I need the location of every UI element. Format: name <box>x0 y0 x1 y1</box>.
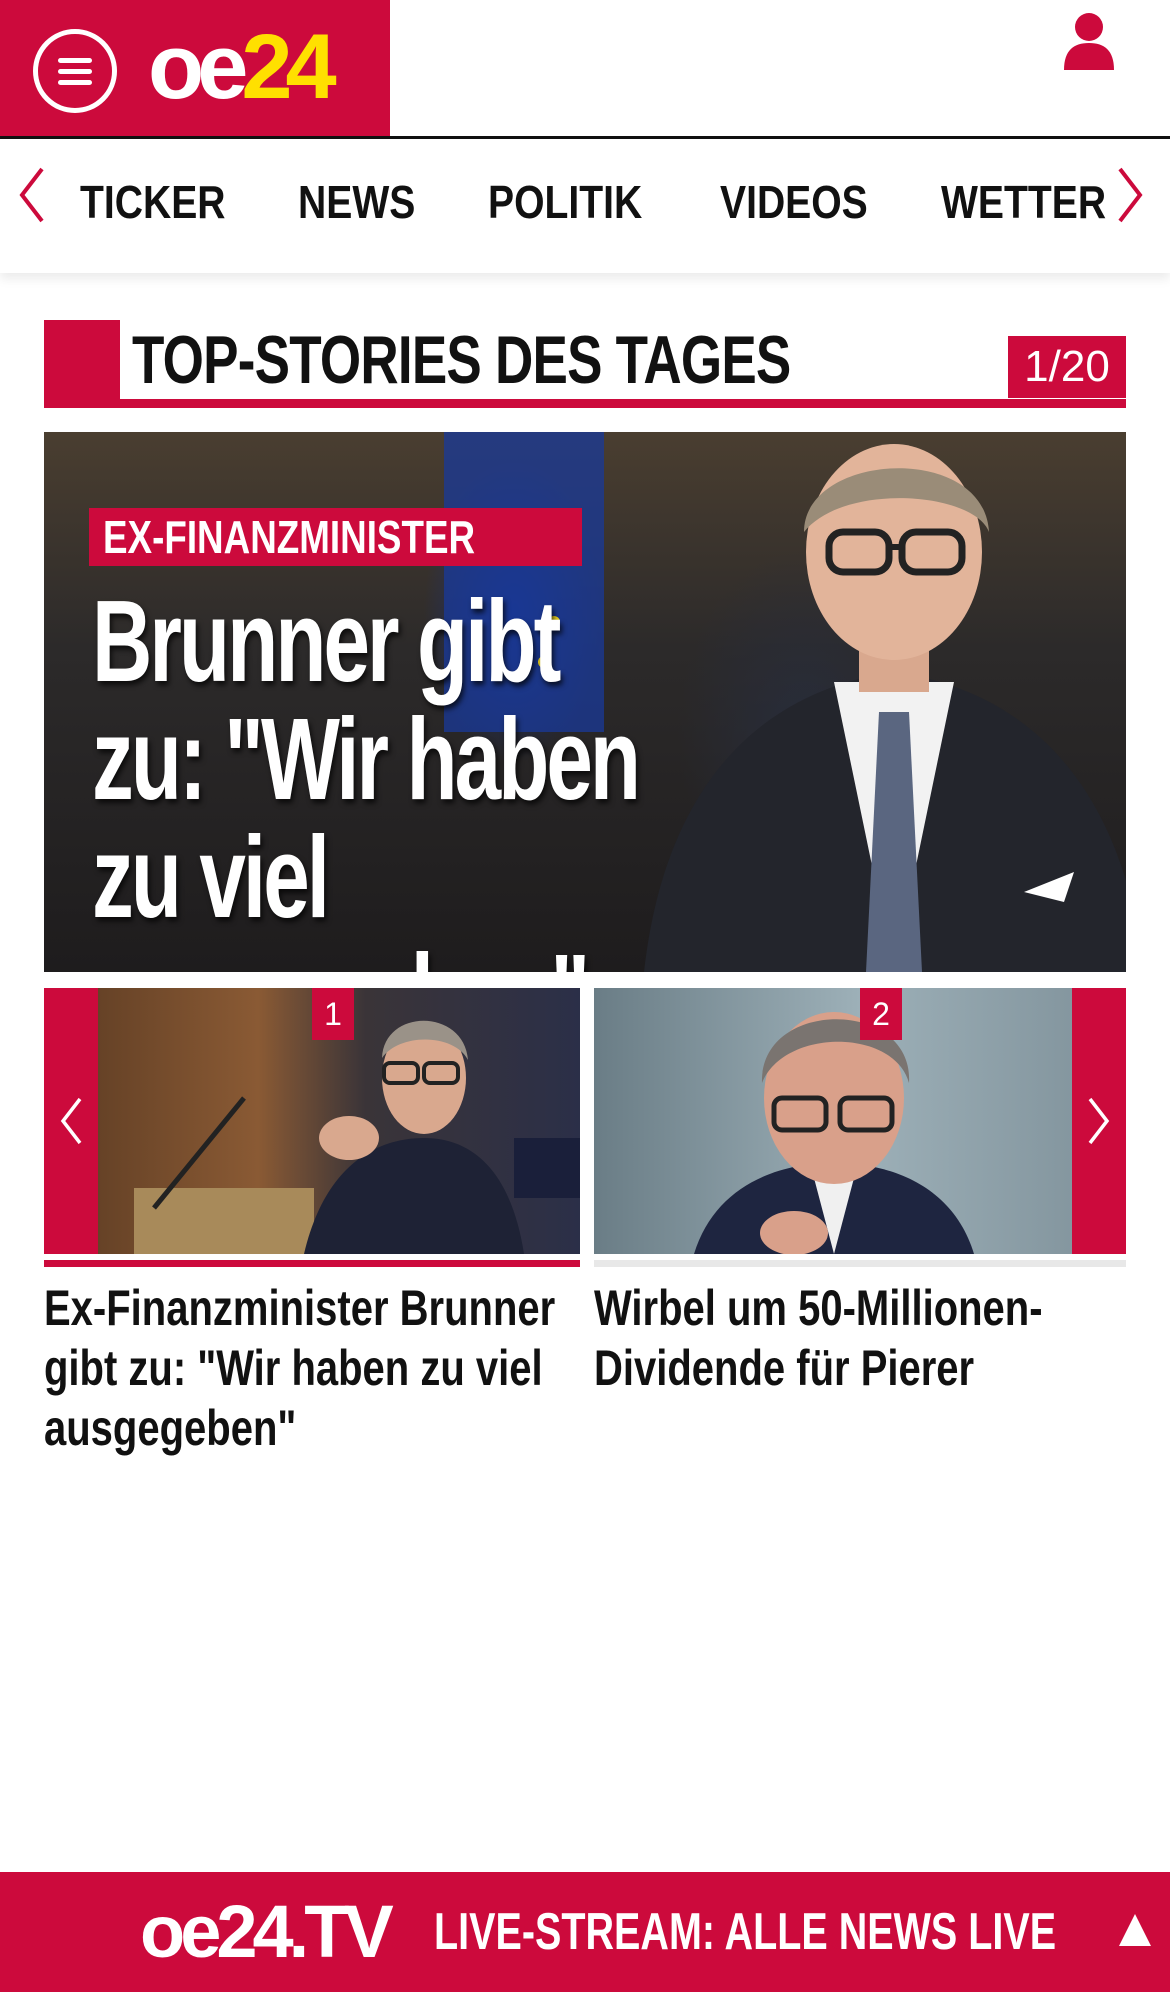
chevron-left-icon <box>60 1097 82 1145</box>
teaser-number-badge: 2 <box>860 988 902 1040</box>
teaser-underline <box>594 1260 1126 1267</box>
scroll-up-arrow-icon[interactable] <box>1117 1912 1153 1948</box>
section-heading: TOP-STORIES DES TAGES 1/20 <box>44 320 1126 408</box>
nav-item-politik[interactable]: POLITIK <box>488 179 642 225</box>
hero-story[interactable]: EX-FINANZMINISTER Brunner gibt zu: "Wir … <box>44 432 1126 972</box>
hero-kicker-badge: EX-FINANZMINISTER <box>89 508 583 566</box>
nav-item-news[interactable]: NEWS <box>298 179 415 225</box>
hero-headline-line-1: Brunner gibt <box>92 576 561 706</box>
oe24-tv-logo: oe24.TV <box>140 1890 394 1973</box>
nav-item-wetter[interactable]: WETTER <box>941 179 1106 225</box>
carousel-prev-button[interactable] <box>44 988 98 1254</box>
site-logo[interactable]: oe 24 <box>148 16 337 118</box>
hamburger-menu-icon[interactable] <box>33 29 117 113</box>
chevron-right-icon <box>1088 1097 1110 1145</box>
teaser-card[interactable]: 2 Wirbel um 50-Millionen-Dividende für P… <box>594 988 1126 1396</box>
teaser-title[interactable]: Wirbel um 50-Millionen-Dividende für Pie… <box>594 1278 1106 1398</box>
teaser-thumbnail[interactable]: 2 <box>594 988 1126 1254</box>
user-icon[interactable] <box>1062 12 1116 72</box>
section-underline <box>44 399 1126 408</box>
site-header: oe 24 <box>0 0 1170 139</box>
section-accent-block <box>44 320 120 408</box>
teaser-card[interactable]: 1 Ex-Finanzminister Brunner gibt zu: "Wi… <box>44 988 580 1456</box>
teaser-number-badge: 1 <box>312 988 354 1040</box>
hero-headline-line-3: zu viel ausgegeben" <box>92 812 590 972</box>
live-stream-bar[interactable]: oe24.TV LIVE-STREAM: ALLE NEWS LIVE <box>0 1872 1170 1992</box>
brand-box: oe 24 <box>0 0 390 138</box>
teaser-title[interactable]: Ex-Finanzminister Brunner gibt zu: "Wir … <box>44 1278 556 1458</box>
teaser-active-underline <box>44 1260 580 1267</box>
live-stream-text: LIVE-STREAM: ALLE NEWS LIVE <box>434 1903 1057 1961</box>
hero-headline-line-2: zu: "Wir haben <box>92 694 641 824</box>
main-nav: TICKER NEWS POLITIK VIDEOS WETTER <box>0 139 1170 273</box>
hero-headline[interactable]: Brunner gibt zu: "Wir haben zu viel ausg… <box>92 582 812 972</box>
nav-item-ticker[interactable]: TICKER <box>80 179 226 225</box>
logo-24: 24 <box>241 16 336 118</box>
section-title: TOP-STORIES DES TAGES <box>132 322 791 398</box>
nav-item-videos[interactable]: VIDEOS <box>720 179 868 225</box>
nav-prev-chevron-icon[interactable] <box>16 165 48 225</box>
teaser-thumbnail[interactable]: 1 <box>44 988 580 1254</box>
slide-counter: 1/20 <box>1008 336 1126 398</box>
nav-next-chevron-icon[interactable] <box>1114 165 1146 225</box>
carousel-next-button[interactable] <box>1072 988 1126 1254</box>
logo-oe: oe <box>148 16 248 118</box>
